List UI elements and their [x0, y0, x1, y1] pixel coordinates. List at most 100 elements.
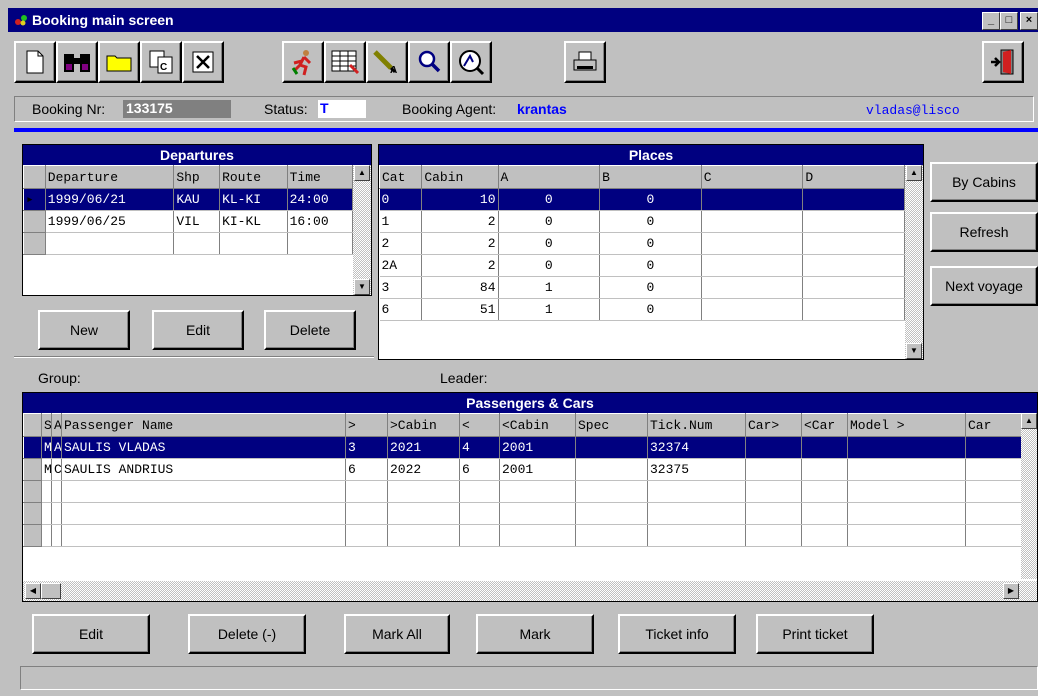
edit-text-button[interactable]: A	[366, 41, 408, 83]
place-a[interactable]: 1	[498, 276, 601, 299]
place-cabin[interactable]: 2	[421, 232, 499, 255]
scroll-right-arrow-icon[interactable]: ▶	[1003, 583, 1019, 599]
passenger-row[interactable]	[23, 524, 1036, 547]
passenger-name[interactable]: SAULIS VLADAS	[61, 436, 346, 459]
place-c[interactable]	[701, 298, 804, 321]
place-d[interactable]	[802, 188, 905, 211]
passenger-model[interactable]	[847, 436, 966, 459]
departure-time[interactable]: 24:00	[287, 188, 354, 211]
by-cabins-button[interactable]: By Cabins	[930, 162, 1038, 202]
passenger-name[interactable]: SAULIS ANDRIUS	[61, 458, 346, 481]
place-cabin[interactable]: 2	[421, 254, 499, 277]
scroll-down-arrow-icon[interactable]: ▼	[354, 279, 370, 295]
passenger-spec[interactable]	[575, 458, 648, 481]
passenger-car-in[interactable]	[801, 458, 848, 481]
col-spec[interactable]: Spec	[575, 413, 648, 437]
passenger-row[interactable]: M C SAULIS ANDRIUS 6 2022 6 2001 32375	[23, 458, 1036, 481]
place-c[interactable]	[701, 232, 804, 255]
mark-button[interactable]: Mark	[476, 614, 594, 654]
col-ticket-num[interactable]: Tick.Num	[647, 413, 746, 437]
place-b[interactable]: 0	[599, 298, 702, 321]
scroll-up-arrow-icon[interactable]: ▲	[1021, 413, 1037, 429]
passengers-vscrollbar[interactable]: ▲	[1021, 413, 1037, 579]
place-a[interactable]: 0	[498, 232, 601, 255]
passenger-s[interactable]: M	[41, 458, 52, 481]
place-b[interactable]: 0	[599, 276, 702, 299]
minimize-button[interactable]: _	[982, 12, 1000, 30]
passenger-row[interactable]: M A SAULIS VLADAS 3 2021 4 2001 32374	[23, 436, 1036, 459]
scroll-left-arrow-icon[interactable]: ◀	[25, 583, 41, 599]
col-shp[interactable]: Shp	[173, 165, 221, 189]
table-button[interactable]	[324, 41, 366, 83]
passenger-out-cabin[interactable]: 2021	[387, 436, 460, 459]
passenger-ticket-num[interactable]: 32375	[647, 458, 746, 481]
scroll-thumb[interactable]	[41, 583, 61, 599]
col-in[interactable]: <	[459, 413, 500, 437]
scroll-up-arrow-icon[interactable]: ▲	[906, 165, 922, 181]
copy-button[interactable]: C	[140, 41, 182, 83]
col-cat[interactable]: Cat	[379, 165, 423, 189]
departure-row[interactable]	[23, 232, 354, 255]
passenger-out[interactable]: 6	[345, 458, 388, 481]
cancel-toolbar-button[interactable]	[182, 41, 224, 83]
place-a[interactable]: 1	[498, 298, 601, 321]
col-car-out[interactable]: Car>	[745, 413, 802, 437]
departure-route[interactable]: KI-KL	[219, 210, 288, 233]
next-voyage-button[interactable]: Next voyage	[930, 266, 1038, 306]
open-folder-button[interactable]	[98, 41, 140, 83]
passenger-spec[interactable]	[575, 436, 648, 459]
passenger-car-out[interactable]	[745, 436, 802, 459]
col-passenger-name[interactable]: Passenger Name	[61, 413, 346, 437]
places-row[interactable]: 0 10 0 0	[379, 188, 905, 211]
col-cabin[interactable]: Cabin	[421, 165, 499, 189]
departure-time[interactable]: 16:00	[287, 210, 354, 233]
departures-scrollbar[interactable]: ▲ ▼	[353, 165, 371, 295]
place-b[interactable]: 0	[599, 232, 702, 255]
exit-button[interactable]	[982, 41, 1024, 83]
passenger-s[interactable]: M	[41, 436, 52, 459]
col-route[interactable]: Route	[219, 165, 288, 189]
mark-all-button[interactable]: Mark All	[344, 614, 450, 654]
col-model[interactable]: Model >	[847, 413, 966, 437]
place-cat[interactable]: 1	[379, 210, 423, 233]
place-a[interactable]: 0	[498, 254, 601, 277]
passenger-car-out[interactable]	[745, 458, 802, 481]
place-cat[interactable]: 6	[379, 298, 423, 321]
passenger-in-cabin[interactable]: 2001	[499, 436, 576, 459]
scroll-up-arrow-icon[interactable]: ▲	[354, 165, 370, 181]
place-c[interactable]	[701, 210, 804, 233]
place-cabin[interactable]: 51	[421, 298, 499, 321]
place-b[interactable]: 0	[599, 210, 702, 233]
departure-ship[interactable]: KAU	[173, 188, 221, 211]
search-button[interactable]	[408, 41, 450, 83]
departure-ship[interactable]: VIL	[173, 210, 221, 233]
passenger-car-in[interactable]	[801, 436, 848, 459]
departure-date[interactable]: 1999/06/21	[45, 188, 175, 211]
find-button[interactable]	[56, 41, 98, 83]
col-out-cabin[interactable]: >Cabin	[387, 413, 460, 437]
places-row[interactable]: 1 2 0 0	[379, 210, 905, 233]
refresh-button[interactable]: Refresh	[930, 212, 1038, 252]
place-c[interactable]	[701, 276, 804, 299]
place-c[interactable]	[701, 188, 804, 211]
col-out[interactable]: >	[345, 413, 388, 437]
places-row[interactable]: 3 84 1 0	[379, 276, 905, 299]
close-button[interactable]: ×	[1020, 12, 1038, 30]
place-a[interactable]: 0	[498, 210, 601, 233]
departure-row[interactable]: ▸ 1999/06/21 KAU KL-KI 24:00	[23, 188, 354, 211]
passenger-in[interactable]: 6	[459, 458, 500, 481]
place-cabin[interactable]: 2	[421, 210, 499, 233]
places-row[interactable]: 2A 2 0 0	[379, 254, 905, 277]
passenger-in-cabin[interactable]: 2001	[499, 458, 576, 481]
place-d[interactable]	[802, 210, 905, 233]
run-button[interactable]	[282, 41, 324, 83]
passenger-row[interactable]	[23, 480, 1036, 503]
place-a[interactable]: 0	[498, 188, 601, 211]
places-scrollbar[interactable]: ▲ ▼	[905, 165, 923, 359]
col-c[interactable]: C	[700, 165, 804, 189]
place-cat[interactable]: 2A	[379, 254, 423, 277]
departure-route[interactable]: KL-KI	[219, 188, 288, 211]
passenger-a[interactable]: C	[51, 458, 62, 481]
place-cabin[interactable]: 84	[421, 276, 499, 299]
departure-date[interactable]: 1999/06/25	[45, 210, 175, 233]
